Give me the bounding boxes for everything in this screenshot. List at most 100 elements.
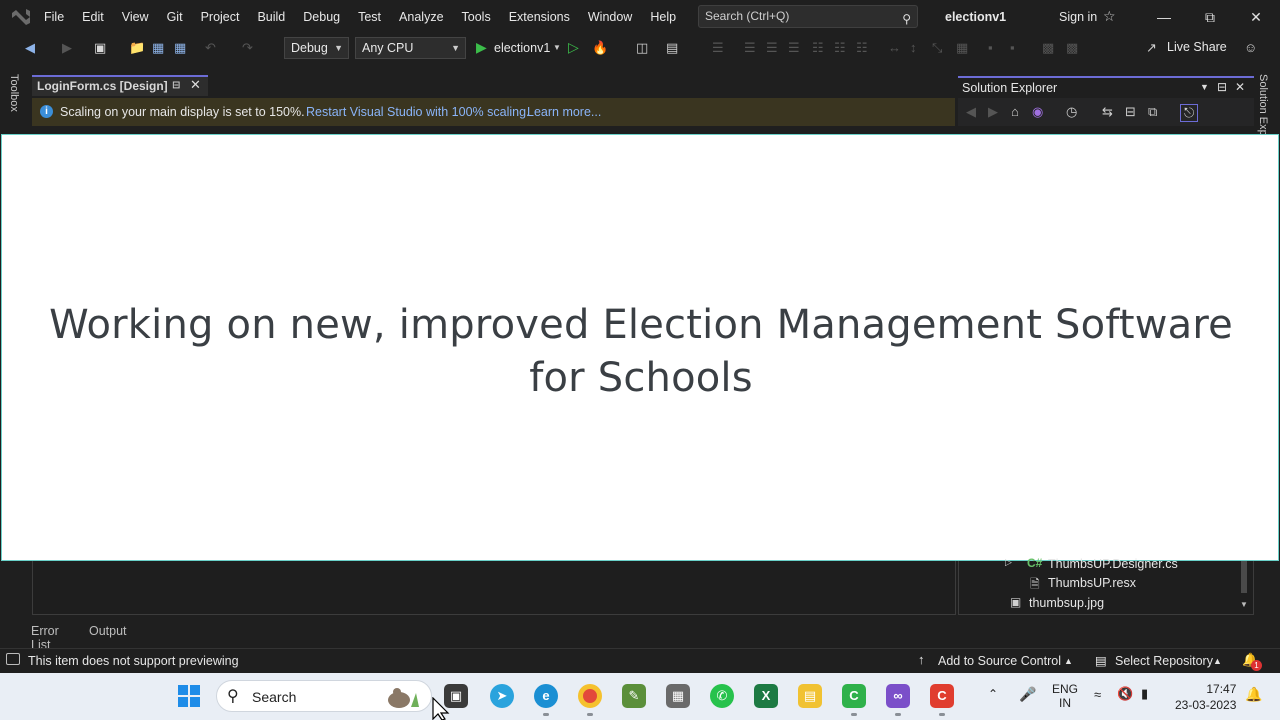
search-input[interactable]: Search (Ctrl+Q) ⚲ <box>698 5 918 28</box>
configuration-select[interactable]: Debug ▼ <box>284 37 349 59</box>
align-icon[interactable]: ☰ <box>712 40 724 56</box>
layout-icon[interactable]: ▤ <box>666 40 678 56</box>
browser-link-icon[interactable]: ◫ <box>636 40 648 56</box>
microphone-icon[interactable]: 🎤 <box>1019 686 1036 703</box>
save-all-icon[interactable]: ▦ <box>174 40 186 56</box>
size-both-icon[interactable]: ⤡ <box>932 40 942 56</box>
size-height-icon[interactable]: ↕ <box>910 40 917 55</box>
switch-views-icon[interactable]: ◉ <box>1032 104 1043 120</box>
menu-debug[interactable]: Debug <box>295 0 348 34</box>
menu-analyze[interactable]: Analyze <box>391 0 451 34</box>
telegram-icon[interactable]: ➤ <box>490 684 514 708</box>
close-window-icon[interactable]: ✕ <box>1233 0 1279 34</box>
close-panel-icon[interactable]: ✕ <box>1235 80 1245 94</box>
toolbox-rail-tab[interactable]: Toolbox <box>8 74 20 112</box>
tree-item-designer[interactable]: ThumbsUP.Designer.cs <box>1048 557 1178 571</box>
hot-reload-icon[interactable]: 🔥 <box>592 40 608 56</box>
align-left-icon[interactable]: ☰ <box>744 40 756 56</box>
save-icon[interactable]: ▦ <box>152 40 164 56</box>
undo-icon[interactable]: ↶ <box>205 40 216 56</box>
tab-output[interactable]: Output <box>89 624 127 638</box>
wifi-icon[interactable]: ≈ <box>1094 687 1101 702</box>
back-icon[interactable]: ◀ <box>966 104 976 120</box>
menu-tools[interactable]: Tools <box>454 0 499 34</box>
open-file-icon[interactable]: 📁 <box>129 40 145 56</box>
platform-select[interactable]: Any CPU ▼ <box>355 37 466 59</box>
align-top-icon[interactable]: ☷ <box>812 40 824 56</box>
bring-front-icon[interactable]: ▩ <box>1042 40 1054 56</box>
tree-item-resx[interactable]: ThumbsUP.resx <box>1048 576 1136 590</box>
sync-icon[interactable]: ⇆ <box>1102 104 1113 120</box>
align-center-icon[interactable]: ☰ <box>766 40 778 56</box>
chevron-down-icon[interactable]: ▼ <box>1200 82 1209 92</box>
feedback-icon[interactable]: ☺ <box>1244 40 1257 55</box>
align-right-icon[interactable]: ☰ <box>788 40 800 56</box>
collapse-all-icon[interactable]: ⊟ <box>1125 104 1136 120</box>
expand-arrow-icon[interactable]: ▷ <box>1005 557 1012 568</box>
language-indicator[interactable]: ENG IN <box>1052 682 1078 710</box>
menu-project[interactable]: Project <box>193 0 248 34</box>
menu-edit[interactable]: Edit <box>74 0 112 34</box>
size-grid-icon[interactable]: ▦ <box>956 40 968 56</box>
start-debugging-icon[interactable]: ▶ <box>476 39 487 56</box>
menu-window[interactable]: Window <box>580 0 640 34</box>
menu-git[interactable]: Git <box>159 0 191 34</box>
windows-start-icon[interactable] <box>178 685 200 707</box>
restore-icon[interactable]: ⧉ <box>1187 0 1233 34</box>
chrome-icon[interactable] <box>578 684 602 708</box>
chevron-down-icon[interactable]: ▼ <box>553 43 561 52</box>
pin-icon[interactable]: ⊟ <box>1217 80 1227 94</box>
live-share-icon[interactable]: ↗ <box>1146 40 1157 56</box>
size-width-icon[interactable]: ↔ <box>888 40 901 55</box>
notification-center-icon[interactable]: 🔔 <box>1245 686 1262 703</box>
menu-help[interactable]: Help <box>642 0 684 34</box>
restart-scaling-link[interactable]: Restart Visual Studio with 100% scaling. <box>306 105 530 119</box>
redo-icon[interactable]: ↷ <box>242 40 253 56</box>
align-middle-icon[interactable]: ☷ <box>834 40 846 56</box>
calculator-icon[interactable]: ▦ <box>666 684 690 708</box>
menu-test[interactable]: Test <box>350 0 389 34</box>
forward-icon[interactable]: ▶ <box>988 104 998 120</box>
start-without-debugging-icon[interactable]: ▷ <box>568 39 579 56</box>
navigate-forward-icon[interactable]: ▶ <box>62 40 72 56</box>
scrollbar-thumb[interactable] <box>1241 561 1247 593</box>
new-project-icon[interactable]: ▣ <box>94 40 106 56</box>
pending-changes-icon[interactable]: ◷ <box>1066 104 1077 120</box>
send-back-icon[interactable]: ▩ <box>1066 40 1078 56</box>
sign-in-link[interactable]: Sign in <box>1059 10 1097 24</box>
excel-icon[interactable]: X <box>754 684 778 708</box>
add-source-control-button[interactable]: Add to Source Control <box>938 654 1061 668</box>
start-target-button[interactable]: electionv1 <box>494 41 550 55</box>
pin-icon[interactable]: ⊟ <box>172 77 180 95</box>
volume-muted-icon[interactable]: 🔇 <box>1117 686 1133 702</box>
tree-item-image[interactable]: thumbsup.jpg <box>1029 596 1104 610</box>
scroll-down-icon[interactable]: ▼ <box>1240 600 1248 609</box>
learn-more-link[interactable]: Learn more... <box>527 105 601 119</box>
edge-icon[interactable]: e <box>534 684 558 708</box>
solution-explorer-scrollbar[interactable]: ▼ <box>1239 561 1249 613</box>
account-icon[interactable]: ☆ <box>1103 8 1116 25</box>
taskbar-search-box[interactable]: ⚲ Search <box>216 680 432 712</box>
taskbar-clock[interactable]: 17:47 23-03-2023 <box>1175 681 1236 713</box>
minimize-icon[interactable]: — <box>1141 0 1187 34</box>
align-bottom-icon[interactable]: ☷ <box>856 40 868 56</box>
spacing-icon[interactable]: ▪ <box>988 40 993 55</box>
spacing-vertical-icon[interactable]: ▪ <box>1010 40 1015 55</box>
select-repository-button[interactable]: Select Repository <box>1115 654 1213 668</box>
preview-selected-icon[interactable]: ⎋ <box>1180 104 1199 122</box>
paint-icon[interactable]: ✎ <box>622 684 646 708</box>
menu-build[interactable]: Build <box>249 0 293 34</box>
visual-studio-icon[interactable]: ∞ <box>886 684 910 708</box>
show-hidden-icons-chevron-icon[interactable]: ⌃ <box>988 687 998 701</box>
home-icon[interactable]: ⌂ <box>1011 104 1019 119</box>
close-tab-icon[interactable]: ✕ <box>190 76 201 94</box>
battery-icon[interactable]: ▮ <box>1141 686 1148 702</box>
menu-extensions[interactable]: Extensions <box>501 0 578 34</box>
camtasia-recorder-icon[interactable]: C <box>930 684 954 708</box>
menu-view[interactable]: View <box>114 0 157 34</box>
menu-file[interactable]: File <box>36 0 72 34</box>
live-share-button[interactable]: Live Share <box>1167 40 1227 54</box>
file-explorer-icon[interactable]: ▤ <box>798 684 822 708</box>
navigate-back-icon[interactable]: ◀ <box>25 40 35 56</box>
whatsapp-icon[interactable]: ✆ <box>710 684 734 708</box>
